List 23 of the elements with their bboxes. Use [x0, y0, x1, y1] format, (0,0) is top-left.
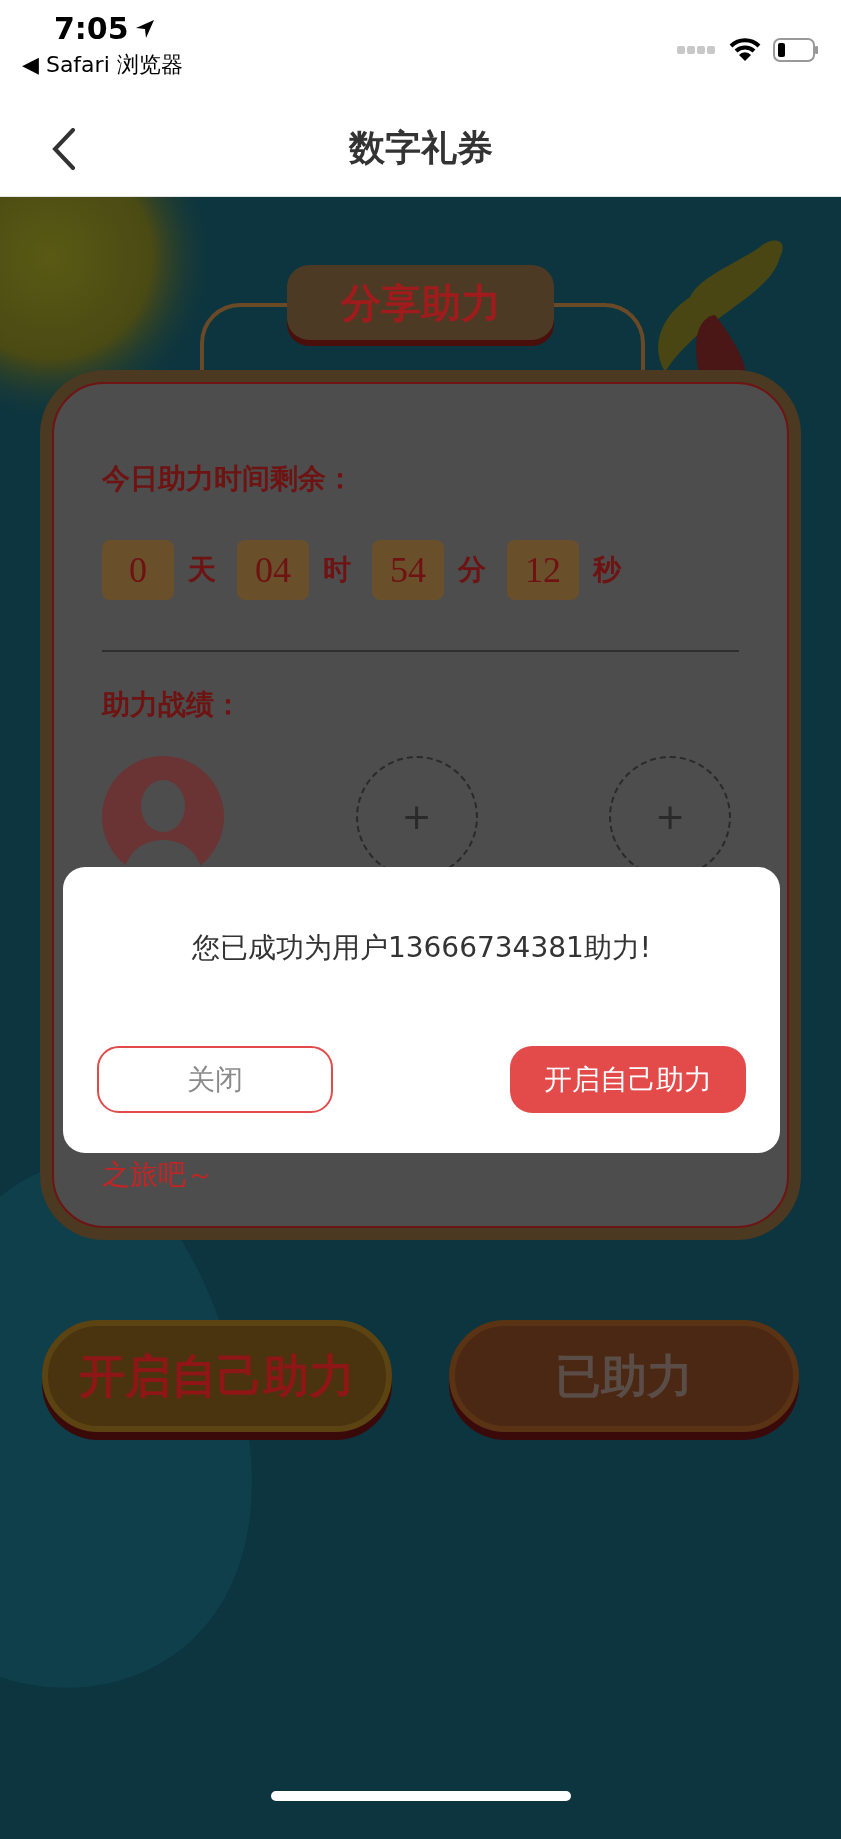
countdown-digit: 0 [102, 540, 174, 600]
back-button[interactable] [52, 128, 76, 170]
close-button[interactable]: 关闭 [97, 1046, 333, 1113]
back-to-app-link[interactable]: ◀ Safari 浏览器 [22, 48, 183, 81]
signal-icon [677, 46, 717, 54]
wifi-icon [729, 38, 761, 62]
start-button[interactable]: 开启自己助力 [510, 1046, 746, 1113]
countdown-digit: 12 [507, 540, 579, 600]
page-title: 数字礼券 [348, 126, 493, 170]
countdown-unit: 分 [458, 552, 486, 588]
status-time: 7:05 [54, 14, 129, 44]
battery-icon [773, 38, 819, 62]
countdown-unit: 时 [323, 552, 351, 588]
record-label: 助力战绩： [102, 687, 243, 723]
panel-title: 分享助力 [340, 278, 501, 328]
countdown-digit: 54 [372, 540, 444, 600]
countdown-label: 今日助力时间剩余： [102, 461, 355, 497]
location-arrow-icon [134, 19, 155, 39]
countdown-digit: 04 [237, 540, 309, 600]
countdown-unit: 秒 [593, 552, 621, 588]
dialog-message: 您已成功为用户13666734381助力! [191, 930, 652, 966]
note-text: 之旅吧～ [102, 1157, 215, 1193]
countdown-unit: 天 [188, 552, 216, 588]
